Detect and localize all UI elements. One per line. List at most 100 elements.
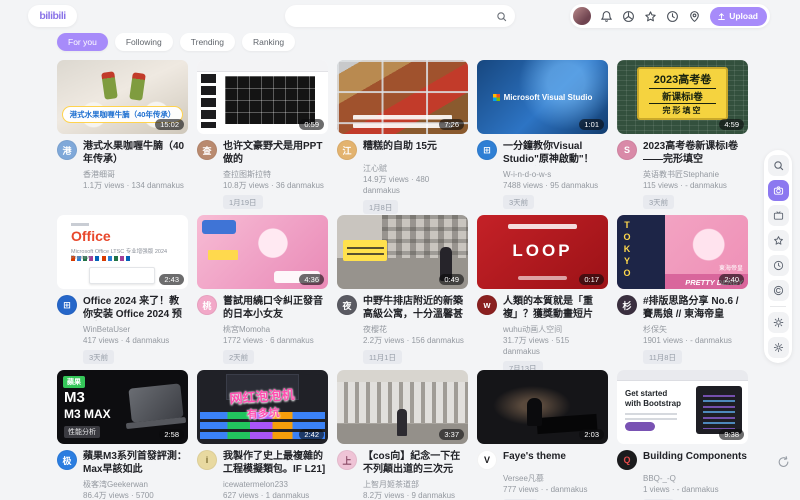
channel-name[interactable]: 夜樱花 bbox=[363, 324, 468, 335]
uploader-avatar[interactable]: 查 bbox=[197, 140, 217, 160]
video-title[interactable]: Office 2024 来了！教你安装 Office 2024 预览版! bbox=[83, 295, 188, 321]
rail-brightness-button[interactable] bbox=[768, 312, 789, 333]
video-thumb[interactable]: 港式水果咖喱牛腩（40年传承）15:02 bbox=[57, 60, 188, 134]
rail-search-button[interactable] bbox=[768, 155, 789, 176]
thumb-overlay-text: 東海帝皇 bbox=[719, 263, 743, 272]
uploader-avatar[interactable]: V bbox=[477, 450, 497, 470]
channel-name[interactable]: 香港细哥 bbox=[83, 169, 188, 180]
video-title[interactable]: #排版思路分享 No.6 / 賽馬娘 // 東海帝皇 bbox=[643, 295, 748, 321]
video-thumb[interactable]: LOOP0:17 bbox=[477, 215, 608, 289]
rail-history-button[interactable] bbox=[768, 255, 789, 276]
user-avatar[interactable] bbox=[573, 7, 591, 25]
feed-tab[interactable]: For you bbox=[57, 33, 108, 51]
video-card[interactable]: Microsoft Visual Studio1:01 ⊞ 一分鐘教你Visua… bbox=[477, 60, 608, 206]
video-card[interactable]: Get started with Bootstrap9:38 Q Buildin… bbox=[617, 370, 748, 500]
channel-name[interactable]: 杉保矢 bbox=[643, 324, 748, 335]
search-input[interactable] bbox=[293, 5, 496, 27]
video-thumb[interactable]: TOKYO東海帝皇PRETTY DERBY2:40 bbox=[617, 215, 748, 289]
uploader-avatar[interactable]: Q bbox=[617, 450, 637, 470]
video-thumb[interactable]: Get started with Bootstrap9:38 bbox=[617, 370, 748, 444]
feed-tab[interactable]: Ranking bbox=[242, 33, 295, 51]
uploader-avatar[interactable]: 夜 bbox=[337, 295, 357, 315]
video-thumb[interactable]: 7:26 bbox=[337, 60, 468, 134]
video-card[interactable]: LOOP0:17 w 人類的本質就是「重複」？獲獎動畫短片《LOOP》 wuhu… bbox=[477, 215, 608, 361]
channel-name[interactable]: 江心赋 bbox=[363, 163, 468, 174]
video-title[interactable]: 【cos向】紀念一下在不列顛出道的三次元 bbox=[363, 450, 468, 476]
uploader-avatar[interactable]: 港 bbox=[57, 140, 77, 160]
channel-name[interactable]: WinBetaUser bbox=[83, 324, 188, 335]
video-title[interactable]: 嘗試用繞口令糾正發音的日本小女友 bbox=[223, 295, 328, 321]
video-thumb[interactable]: Microsoft Visual Studio1:01 bbox=[477, 60, 608, 134]
rail-favorites-button[interactable] bbox=[768, 230, 789, 251]
channel-name[interactable]: 查拉图斯拉特 bbox=[223, 169, 328, 180]
channel-name[interactable]: wuhu动画人空间 bbox=[503, 324, 608, 335]
video-title[interactable]: 中野牛排店附近的新築高級公寓，十分溫馨甚至九分乾淨 bbox=[363, 295, 468, 321]
pin-icon[interactable] bbox=[688, 10, 701, 23]
video-card[interactable]: TOKYO東海帝皇PRETTY DERBY2:40 杉 #排版思路分享 No.6… bbox=[617, 215, 748, 361]
video-card[interactable]: 4:36 桃 嘗試用繞口令糾正發音的日本小女友 桃宮Momoha 1772 vi… bbox=[197, 215, 328, 361]
channel-name[interactable]: 桃宮Momoha bbox=[223, 324, 328, 335]
channel-name[interactable]: BBQ-_-Q bbox=[643, 473, 748, 484]
uploader-avatar[interactable]: 江 bbox=[337, 140, 357, 160]
channel-name[interactable]: icewatermelon233 bbox=[223, 479, 328, 490]
video-thumb[interactable]: OfficeMicrosoft Office LTSC 专业增强版 2024 P… bbox=[57, 215, 188, 289]
video-title[interactable]: 一分鐘教你Visual Studio"原神啟動"！（適用於Blend） bbox=[503, 140, 608, 166]
video-card[interactable]: 2023高考卷新课标I卷完形填空4:59 S 2023高考卷新课标I卷——完形填… bbox=[617, 60, 748, 206]
video-card[interactable]: 蘋果M3M3 MAX性能分析2:58 极 蘋果M3系列首發評測：Max早該如此 … bbox=[57, 370, 188, 500]
feed-tab[interactable]: Following bbox=[115, 33, 173, 51]
video-thumb[interactable]: 3:37 bbox=[337, 370, 468, 444]
floating-feedback-icon[interactable] bbox=[777, 455, 790, 473]
uploader-avatar[interactable]: w bbox=[477, 295, 497, 315]
site-logo[interactable]: bilibili bbox=[28, 5, 77, 27]
video-card[interactable]: 3:37 上 【cos向】紀念一下在不列顛出道的三次元 上智月姬茶道部 8.2万… bbox=[337, 370, 468, 500]
video-thumb[interactable]: 网红泡泡机有多坑2:42 bbox=[197, 370, 328, 444]
rail-tv-button[interactable] bbox=[768, 205, 789, 226]
channel-name[interactable]: W-i-n-d-o-w-s bbox=[503, 169, 608, 180]
channel-name[interactable]: Versee凡慕 bbox=[503, 473, 608, 484]
upload-button[interactable]: Upload bbox=[710, 7, 767, 26]
channel-name[interactable]: 上智月姬茶道部 bbox=[363, 479, 468, 490]
video-title[interactable]: 人類的本質就是「重複」？獲獎動畫短片《LOOP》 bbox=[503, 295, 608, 321]
video-thumb[interactable]: 0:49 bbox=[337, 215, 468, 289]
bell-icon[interactable] bbox=[600, 10, 613, 23]
video-card[interactable]: 7:26 江 糟糕的自助 15元 江心赋 14.9万 views · 480 d… bbox=[337, 60, 468, 206]
video-thumb[interactable]: 2:03 bbox=[477, 370, 608, 444]
video-thumb[interactable]: 4:36 bbox=[197, 215, 328, 289]
video-title[interactable]: 我製作了史上最複雜的工程模擬類包。IF L21] bbox=[223, 450, 328, 476]
moments-icon[interactable] bbox=[622, 10, 635, 23]
uploader-avatar[interactable]: 桃 bbox=[197, 295, 217, 315]
video-card[interactable]: 网红泡泡机有多坑2:42 i 我製作了史上最複雜的工程模擬類包。IF L21] … bbox=[197, 370, 328, 500]
search-bar[interactable] bbox=[285, 5, 515, 27]
video-thumb[interactable]: 2023高考卷新课标I卷完形填空4:59 bbox=[617, 60, 748, 134]
video-title[interactable]: 蘋果M3系列首發評測：Max早該如此 bbox=[83, 450, 188, 476]
video-title[interactable]: 糟糕的自助 15元 bbox=[363, 140, 437, 160]
feed-tab[interactable]: Trending bbox=[180, 33, 235, 51]
video-title[interactable]: 也许文豪野犬是用PPT做的 bbox=[223, 140, 328, 166]
uploader-avatar[interactable]: 杉 bbox=[617, 295, 637, 315]
video-thumb[interactable]: 蘋果M3M3 MAX性能分析2:58 bbox=[57, 370, 188, 444]
video-thumb[interactable]: 0:59 bbox=[197, 60, 328, 134]
rail-creative-button[interactable] bbox=[768, 280, 789, 301]
video-title[interactable]: 2023高考卷新课标I卷——完形填空 bbox=[643, 140, 748, 166]
history-icon[interactable] bbox=[666, 10, 679, 23]
uploader-avatar[interactable]: i bbox=[197, 450, 217, 470]
rail-settings-button[interactable] bbox=[768, 337, 789, 358]
video-title[interactable]: Faye's theme bbox=[503, 450, 566, 470]
video-card[interactable]: 0:59 查 也许文豪野犬是用PPT做的 查拉图斯拉特 10.8万 views … bbox=[197, 60, 328, 206]
uploader-avatar[interactable]: ⊞ bbox=[477, 140, 497, 160]
video-card[interactable]: 2:03 V Faye's theme Versee凡慕 777 views ·… bbox=[477, 370, 608, 500]
rail-camera-button[interactable] bbox=[768, 180, 789, 201]
uploader-avatar[interactable]: 极 bbox=[57, 450, 77, 470]
video-card[interactable]: OfficeMicrosoft Office LTSC 专业增强版 2024 P… bbox=[57, 215, 188, 361]
uploader-avatar[interactable]: S bbox=[617, 140, 637, 160]
video-card[interactable]: 港式水果咖喱牛腩（40年传承）15:02 港 港式水果咖喱牛腩（40年传承） 香… bbox=[57, 60, 188, 206]
uploader-avatar[interactable]: 上 bbox=[337, 450, 357, 470]
channel-name[interactable]: 极客湾Geekerwan bbox=[83, 479, 188, 490]
video-title[interactable]: Building Components bbox=[643, 450, 747, 470]
star-icon[interactable] bbox=[644, 10, 657, 23]
video-title[interactable]: 港式水果咖喱牛腩（40年传承） bbox=[83, 140, 188, 166]
video-card[interactable]: 0:49 夜 中野牛排店附近的新築高級公寓，十分溫馨甚至九分乾淨 夜樱花 2.2… bbox=[337, 215, 468, 361]
channel-name[interactable]: 英语教书匠Stephanie bbox=[643, 169, 748, 180]
search-icon[interactable] bbox=[496, 11, 507, 22]
uploader-avatar[interactable]: ⊞ bbox=[57, 295, 77, 315]
